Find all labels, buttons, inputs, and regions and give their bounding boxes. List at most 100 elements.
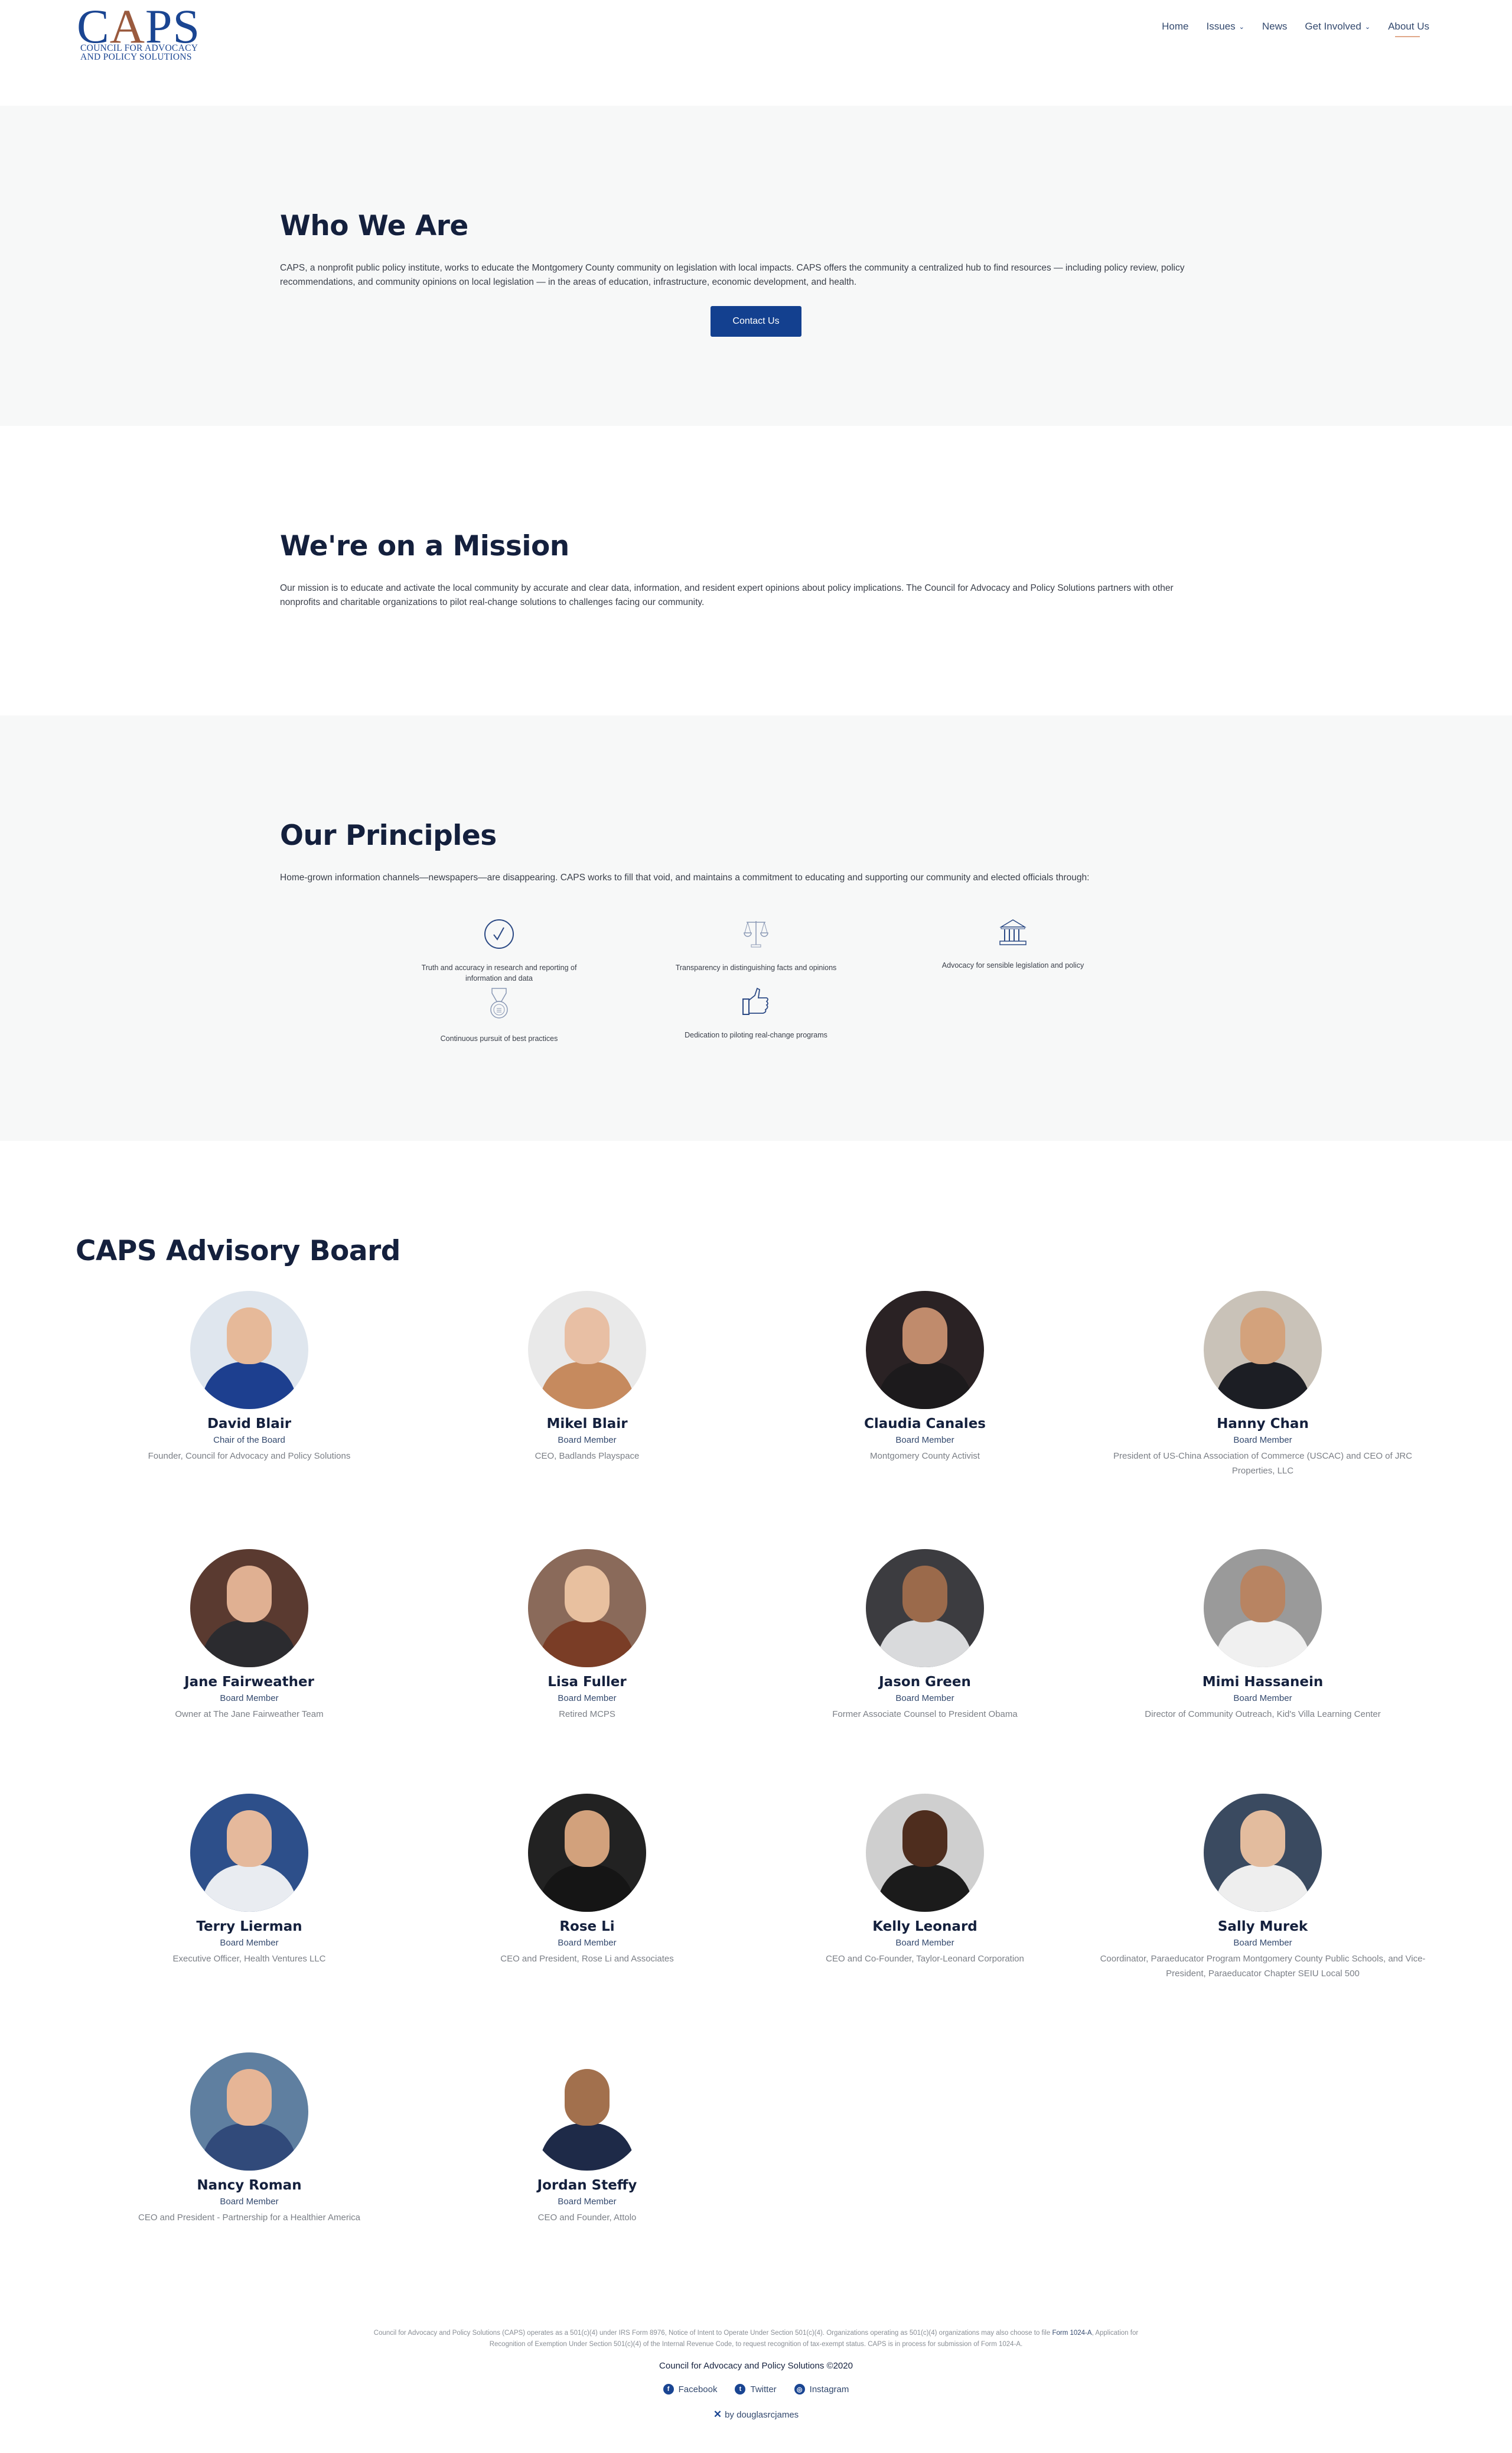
member-role: Board Member — [220, 1938, 279, 1948]
medal-icon — [490, 988, 508, 1019]
principle-item: Dedication to piloting real-change progr… — [662, 987, 850, 1040]
principle-item: Advocacy for sensible legislation and po… — [918, 919, 1107, 971]
board-member-card: Sally Murek Board Member Coordinator, Para… — [1094, 1794, 1432, 1981]
avatar-figure — [1240, 1307, 1285, 1364]
section-title: We're on a Mission — [280, 530, 569, 562]
member-role: Chair of the Board — [213, 1435, 285, 1445]
member-name: Mimi Hassanein — [1202, 1674, 1324, 1690]
member-role: Board Member — [1233, 1435, 1292, 1445]
member-description: Director of Community Outreach, Kid's Vi… — [1145, 1709, 1381, 1719]
member-description: CEO and Co-Founder, Taylor-Leonard Corpo… — [826, 1954, 1024, 1964]
developer-credit-link[interactable]: ✕ by douglasrcjames — [0, 2409, 1512, 2421]
facebook-link[interactable]: f Facebook — [663, 2384, 717, 2395]
section-text: Home-grown information channels—newspape… — [280, 873, 1090, 883]
member-name: David Blair — [207, 1416, 292, 1432]
advisory-board-title: CAPS Advisory Board — [76, 1235, 400, 1267]
member-name: Lisa Fuller — [548, 1674, 627, 1690]
instagram-link[interactable]: ◎ Instagram — [794, 2384, 849, 2395]
chevron-down-icon: ⌄ — [1239, 23, 1244, 31]
principle-text: Truth and accuracy in research and repor… — [421, 964, 577, 982]
form-1024a-link[interactable]: Form 1024-A — [1052, 2330, 1091, 2337]
avatar-figure — [202, 1620, 296, 1667]
member-name: Rose Li — [559, 1919, 615, 1934]
social-links: f Facebook t Twitter ◎ Instagram — [0, 2384, 1512, 2395]
member-description: CEO and President - Partnership for a He… — [138, 2213, 360, 2223]
instagram-icon: ◎ — [794, 2384, 805, 2395]
mission-section: We're on a Mission Our mission is to edu… — [0, 426, 1512, 715]
board-member-card: David Blair Chair of the Board Founder, Co… — [80, 1291, 418, 1463]
avatar-figure — [540, 1620, 634, 1667]
nav-home[interactable]: Home — [1162, 21, 1188, 32]
avatar — [866, 1291, 984, 1409]
avatar-figure — [540, 1362, 634, 1409]
member-role: Board Member — [895, 1938, 954, 1948]
principle-text: Transparency in distinguishing facts and… — [675, 964, 837, 972]
avatar — [528, 1549, 646, 1667]
avatar-figure — [902, 1810, 947, 1867]
member-description: Founder, Council for Advocacy and Policy… — [148, 1451, 351, 1461]
avatar-figure — [540, 1865, 634, 1912]
avatar — [190, 1291, 308, 1409]
section-text: Our mission is to educate and activate t… — [280, 583, 1174, 607]
avatar — [528, 1291, 646, 1409]
avatar — [866, 1794, 984, 1912]
twitter-link[interactable]: t Twitter — [735, 2384, 777, 2395]
thumbs-up-icon — [742, 987, 768, 1015]
board-member-card: Kelly Leonard Board Member CEO and Co-Foun… — [756, 1794, 1094, 1966]
logo-subtitle-line: COUNCIL FOR ADVOCACY — [80, 43, 198, 53]
social-label: Twitter — [750, 2384, 777, 2395]
board-member-card: Mikel Blair Board Member CEO, Badlands Pla… — [418, 1291, 756, 1463]
nav-issues[interactable]: Issues ⌄ — [1207, 21, 1244, 32]
nav-label: Get Involved — [1305, 21, 1361, 32]
nav-get-involved[interactable]: Get Involved ⌄ — [1305, 21, 1370, 32]
avatar — [528, 2052, 646, 2171]
member-description: Owner at The Jane Fairweather Team — [175, 1709, 324, 1719]
member-description: Executive Officer, Health Ventures LLC — [172, 1954, 326, 1964]
site-header: CAPS COUNCIL FOR ADVOCACY AND POLICY SOL… — [0, 0, 1512, 106]
member-role: Board Member — [558, 1693, 617, 1703]
board-member-card: Jason Green Board Member Former Associate … — [756, 1549, 1094, 1722]
site-footer: Council for Advocacy and Policy Solution… — [0, 2328, 1512, 2421]
principle-text: Dedication to piloting real-change progr… — [685, 1031, 827, 1039]
avatar — [190, 1794, 308, 1912]
avatar — [190, 1549, 308, 1667]
avatar-figure — [565, 1810, 610, 1867]
board-member-card: Hanny Chan Board Member President of US-Ch… — [1094, 1291, 1432, 1478]
member-description: Retired MCPS — [559, 1709, 615, 1719]
tools-icon: ✕ — [713, 2409, 722, 2420]
nav-about-us[interactable]: About Us — [1388, 21, 1429, 37]
who-we-are-section: Who We Are CAPS, a nonprofit public poli… — [0, 106, 1512, 426]
caps-logo[interactable]: CAPS COUNCIL FOR ADVOCACY AND POLICY SOL… — [77, 2, 207, 62]
avatar-figure — [227, 1810, 272, 1867]
avatar-figure — [878, 1620, 972, 1667]
member-role: Board Member — [558, 1435, 617, 1445]
member-role: Board Member — [558, 1938, 617, 1948]
avatar-figure — [1240, 1566, 1285, 1622]
social-label: Instagram — [809, 2384, 849, 2395]
avatar-figure — [1240, 1810, 1285, 1867]
nav-label: About Us — [1388, 21, 1429, 32]
member-description: Montgomery County Activist — [870, 1451, 980, 1461]
avatar-figure — [227, 2069, 272, 2126]
avatar — [866, 1549, 984, 1667]
board-member-card: Jane Fairweather Board Member Owner at The… — [80, 1549, 418, 1722]
principles-section: Our Principles Home-grown information ch… — [0, 715, 1512, 1141]
nav-label: News — [1262, 21, 1288, 32]
member-name: Jane Fairweather — [184, 1674, 314, 1690]
avatar-figure — [1216, 1865, 1310, 1912]
member-description: President of US-China Association of Com… — [1113, 1451, 1412, 1476]
avatar-figure — [227, 1307, 272, 1364]
section-title: Our Principles — [280, 819, 497, 852]
board-member-card: Rose Li Board Member CEO and President, Ro… — [418, 1794, 756, 1966]
copyright: Council for Advocacy and Policy Solution… — [659, 2361, 853, 2371]
member-description: CEO and President, Rose Li and Associate… — [500, 1954, 674, 1964]
scales-icon — [744, 921, 768, 948]
contact-us-button[interactable]: Contact Us — [711, 306, 801, 337]
member-name: Claudia Canales — [863, 1416, 986, 1432]
member-role: Board Member — [895, 1693, 954, 1703]
avatar-figure — [902, 1566, 947, 1622]
nav-news[interactable]: News — [1262, 21, 1288, 32]
facebook-icon: f — [663, 2384, 674, 2395]
avatar-figure — [202, 1865, 296, 1912]
avatar-figure — [565, 1566, 610, 1622]
